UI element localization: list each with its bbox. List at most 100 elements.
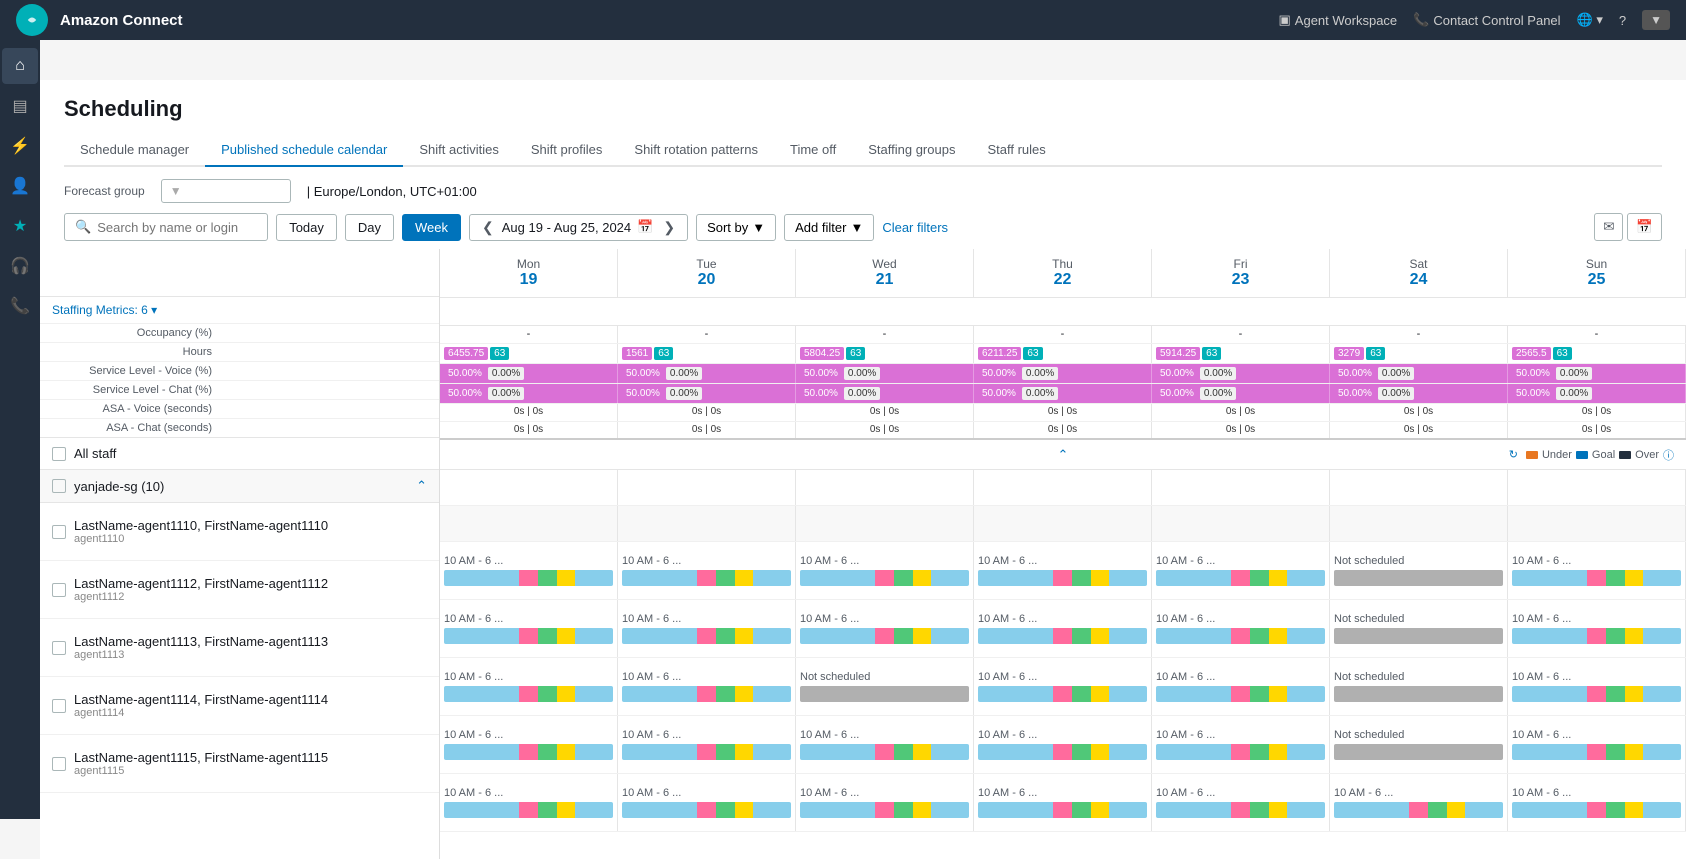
over-label: Over [1635,449,1659,461]
refresh-icon[interactable]: ↻ [1509,448,1518,461]
prev-week-button[interactable]: ❮ [478,219,498,236]
sidebar-item-routing[interactable]: ⚡ [2,128,38,164]
agent-workspace-link[interactable]: ▣ Agent Workspace [1279,12,1398,28]
forecast-select[interactable]: ▼ [161,179,291,203]
all-staff-checkbox[interactable] [52,447,66,461]
tab-schedule-manager[interactable]: Schedule manager [64,134,205,167]
calendar-icon[interactable]: 📅 [637,219,653,235]
sidebar-item-analytics[interactable]: ▤ [2,88,38,124]
today-button[interactable]: Today [276,214,337,241]
group-collapse-button[interactable]: ⌃ [416,478,427,494]
agent1110-sat[interactable]: Not scheduled [1330,542,1508,599]
day-button[interactable]: Day [345,214,394,241]
contact-control-panel-link[interactable]: 📞 Contact Control Panel [1413,12,1560,28]
sidebar-item-queues[interactable]: 🎧 [2,248,38,284]
hours-tue: 1561 63 [618,344,796,363]
agent1110-sun[interactable]: 10 AM - 6 ... [1508,542,1686,599]
clear-filters-button[interactable]: Clear filters [882,220,948,235]
agent1110-fri[interactable]: 10 AM - 6 ... [1152,542,1330,599]
agent1112-checkbox[interactable] [52,583,66,597]
goal-color-swatch [1576,451,1588,459]
agent1113-fri[interactable]: 10 AM - 6 ... [1152,658,1330,715]
day-header-tue: Tue 20 [618,249,796,297]
all-staff-row: All staff [40,438,439,470]
agent1115-tue[interactable]: 10 AM - 6 ... [618,774,796,831]
agent1110-info: LastName-agent1110, FirstName-agent1110 … [74,518,328,545]
agent-row: LastName-agent1113, FirstName-agent1113 … [40,619,439,677]
agent1115-fri[interactable]: 10 AM - 6 ... [1152,774,1330,831]
agent1112-tue[interactable]: 10 AM - 6 ... [618,600,796,657]
agent1113-sun[interactable]: 10 AM - 6 ... [1508,658,1686,715]
agent1113-thu[interactable]: 10 AM - 6 ... [974,658,1152,715]
app-name: Amazon Connect [60,12,183,29]
agent1110-tue[interactable]: 10 AM - 6 ... [618,542,796,599]
metrics-voice-label: Service Level - Voice (%) [40,361,439,380]
agent1114-thu[interactable]: 10 AM - 6 ... [974,716,1152,773]
agent1113-tue[interactable]: 10 AM - 6 ... [618,658,796,715]
tab-time-off[interactable]: Time off [774,134,852,167]
info-icon[interactable]: ⓘ [1663,447,1674,463]
agent1112-fri[interactable]: 10 AM - 6 ... [1152,600,1330,657]
agent1110-checkbox[interactable] [52,525,66,539]
metrics-toggle[interactable]: Staffing Metrics: 6 ▾ [40,297,439,323]
agent-row: LastName-agent1110, FirstName-agent1110 … [40,503,439,561]
agent1112-wed[interactable]: 10 AM - 6 ... [796,600,974,657]
sidebar-item-users[interactable]: 👤 [2,168,38,204]
occ-mon: - [440,326,618,343]
agent1114-checkbox[interactable] [52,699,66,713]
agent1112-mon[interactable]: 10 AM - 6 ... [440,600,618,657]
agent1110-thu[interactable]: 10 AM - 6 ... [974,542,1152,599]
sidebar-item-scheduling[interactable]: ★ [2,208,38,244]
help-button[interactable]: ? [1619,13,1626,28]
agent1114-mon[interactable]: 10 AM - 6 ... [440,716,618,773]
agent1114-wed[interactable]: 10 AM - 6 ... [796,716,974,773]
agent1112-thu[interactable]: 10 AM - 6 ... [974,600,1152,657]
agent1115-mon[interactable]: 10 AM - 6 ... [440,774,618,831]
agent1114-fri[interactable]: 10 AM - 6 ... [1152,716,1330,773]
tab-published-schedule-calendar[interactable]: Published schedule calendar [205,134,403,167]
metrics-occupancy-label: Occupancy (%) [40,323,439,342]
sort-button[interactable]: Sort by ▼ [696,214,776,241]
add-filter-button[interactable]: Add filter ▼ [784,214,874,241]
agent1114-sun[interactable]: 10 AM - 6 ... [1508,716,1686,773]
agent1112-sun[interactable]: 10 AM - 6 ... [1508,600,1686,657]
tab-shift-activities[interactable]: Shift activities [403,134,514,167]
collapse-metrics-button[interactable]: ⌃ [1058,447,1069,463]
hours-thu: 6211.25 63 [974,344,1152,363]
agent1113-mon[interactable]: 10 AM - 6 ... [440,658,618,715]
agent1115-sat[interactable]: 10 AM - 6 ... [1330,774,1508,831]
agent1110-wed[interactable]: 10 AM - 6 ... [796,542,974,599]
hours-sun: 2565.5 63 [1508,344,1686,363]
agent1113-checkbox[interactable] [52,641,66,655]
agent1115-sun[interactable]: 10 AM - 6 ... [1508,774,1686,831]
next-week-button[interactable]: ❯ [659,219,679,236]
envelope-view-button[interactable]: ✉ [1594,213,1623,241]
metrics-labels: Occupancy (%) Hours Service Level - Voic… [40,323,439,437]
tab-shift-profiles[interactable]: Shift profiles [515,134,619,167]
calendar-view-button[interactable]: 📅 [1627,213,1662,241]
globe-button[interactable]: 🌐 ▾ [1577,12,1603,28]
agent1115-wed[interactable]: 10 AM - 6 ... [796,774,974,831]
agent1115-checkbox[interactable] [52,757,66,771]
tab-shift-rotation-patterns[interactable]: Shift rotation patterns [618,134,774,167]
metrics-asa-voice-row: 0s | 0s 0s | 0s 0s | 0s 0s | 0s 0s | 0s … [440,404,1686,422]
filter-row: 🔍 Today Day Week ❮ Aug 19 - Aug 25, 2024… [64,213,1662,241]
agent1112-sat[interactable]: Not scheduled [1330,600,1508,657]
forecast-value: ▼ [170,184,282,198]
user-menu[interactable]: ▼ [1642,10,1670,30]
search-input[interactable] [97,220,257,235]
group-checkbox[interactable] [52,479,66,493]
agent1114-tue[interactable]: 10 AM - 6 ... [618,716,796,773]
sidebar-item-phone[interactable]: 📞 [2,288,38,324]
tab-staffing-groups[interactable]: Staffing groups [852,134,971,167]
all-staff-schedule-row [440,470,1686,506]
week-button[interactable]: Week [402,214,461,241]
agent1115-thu[interactable]: 10 AM - 6 ... [974,774,1152,831]
search-box[interactable]: 🔍 [64,213,268,241]
agent-row: LastName-agent1115, FirstName-agent1115 … [40,735,439,793]
hours-sat: 3279 63 [1330,344,1508,363]
app-logo [16,4,48,36]
agent1110-mon[interactable]: 10 AM - 6 ... [440,542,618,599]
sidebar-item-home[interactable]: ⌂ [2,48,38,84]
tab-staff-rules[interactable]: Staff rules [971,134,1061,167]
